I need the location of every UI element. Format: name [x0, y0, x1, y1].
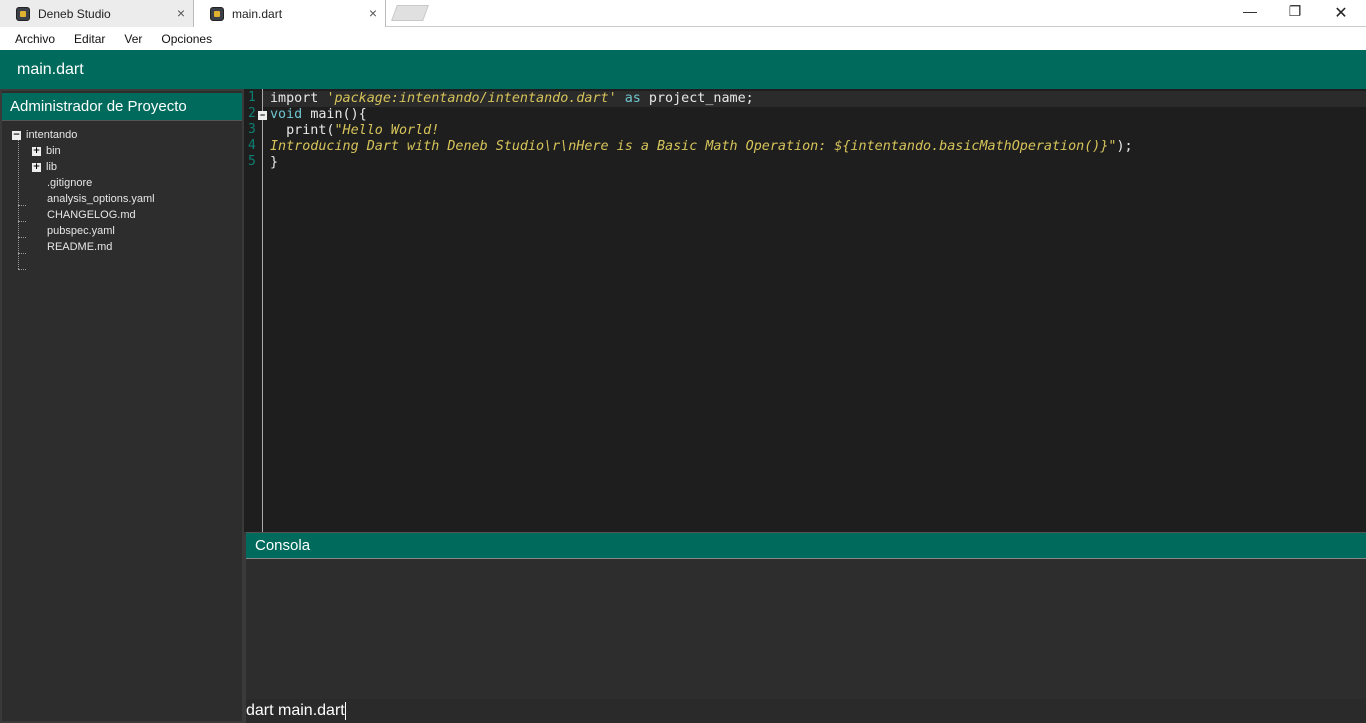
menu-ver[interactable]: Ver: [117, 32, 149, 46]
expand-icon[interactable]: +: [32, 162, 41, 172]
code-editor[interactable]: 1 2 3 4 5 − import 'package:intentando/i…: [244, 89, 1366, 532]
app-icon: [16, 6, 30, 21]
console-title: Consola: [246, 532, 1366, 559]
line-number: 2: [248, 106, 256, 121]
line-number: 1: [248, 90, 256, 105]
tree-item-lib[interactable]: + lib: [32, 159, 57, 175]
tab-label: main.dart: [232, 6, 283, 21]
line-number: 5: [248, 154, 256, 169]
console-input[interactable]: [246, 699, 1366, 723]
code-line-5: }: [263, 155, 278, 171]
menu-bar: Archivo Editar Ver Opciones: [0, 27, 1366, 50]
project-sidebar: Administrador de Proyecto − intentando + b…: [0, 89, 244, 723]
tree-item-pubspec[interactable]: pubspec.yaml: [47, 223, 115, 239]
line-number-gutter: 1 2 3 4 5: [244, 89, 263, 532]
tree-connector: [18, 221, 26, 222]
text-caret: [345, 702, 346, 720]
tab-label: Deneb Studio: [38, 6, 111, 21]
code-line-2: void main(){: [263, 107, 367, 123]
string-literal: Introducing Dart with Deneb Studio\r\nHe…: [270, 139, 1117, 154]
code-text: print(: [270, 123, 335, 138]
menu-opciones[interactable]: Opciones: [154, 32, 219, 46]
code-line-4: Introducing Dart with Deneb Studio\r\nHe…: [263, 139, 1133, 155]
line-number: 4: [248, 138, 256, 153]
string-literal: "Hello World!: [334, 123, 440, 138]
minimize-button[interactable]: —: [1227, 3, 1273, 19]
tree-item-changelog[interactable]: CHANGELOG.md: [47, 207, 136, 223]
collapse-icon[interactable]: −: [12, 130, 21, 140]
tree-item-label: bin: [46, 145, 61, 157]
tab-bar: Deneb Studio × main.dart × — ❐ ✕: [0, 0, 1366, 27]
tree-connector: [18, 237, 26, 238]
tab-main-dart[interactable]: main.dart ×: [194, 0, 386, 27]
new-tab-button[interactable]: [391, 5, 429, 21]
code-text: );: [1116, 139, 1133, 154]
tree-item-gitignore[interactable]: .gitignore: [47, 175, 92, 191]
keyword: void: [270, 107, 303, 122]
menu-editar[interactable]: Editar: [67, 32, 112, 46]
window-close-button[interactable]: ✕: [1318, 3, 1364, 23]
tree-item-analysis-options[interactable]: analysis_options.yaml: [47, 191, 155, 207]
console-panel: Consola: [244, 532, 1366, 723]
code-text: }: [270, 155, 279, 170]
app-icon: [210, 6, 224, 21]
close-icon[interactable]: ×: [369, 5, 377, 21]
maximize-button[interactable]: ❐: [1272, 3, 1318, 20]
tab-deneb-studio[interactable]: Deneb Studio ×: [0, 0, 194, 27]
page-title-bar: main.dart: [0, 50, 1366, 89]
code-text: project_name;: [648, 91, 754, 106]
menu-archivo[interactable]: Archivo: [8, 32, 62, 46]
code-text: main(){: [310, 107, 367, 122]
tree-item-label: intentando: [26, 129, 78, 141]
tree-item-root[interactable]: − intentando: [12, 127, 77, 143]
code-line-3: print("Hello World!: [263, 123, 439, 139]
expand-icon[interactable]: +: [32, 146, 41, 156]
tree-item-bin[interactable]: + bin: [32, 143, 61, 159]
console-output: [246, 559, 1366, 699]
page-title: main.dart: [17, 60, 84, 78]
keyword: as: [624, 91, 641, 106]
tree-item-readme[interactable]: README.md: [47, 239, 112, 255]
close-icon[interactable]: ×: [177, 5, 185, 21]
sidebar-title: Administrador de Proyecto: [2, 93, 242, 121]
code-line-1: import 'package:intentando/intentando.da…: [263, 91, 1366, 107]
string-literal: 'package:intentando/intentando.dart': [326, 91, 617, 106]
tree-item-label: lib: [46, 161, 58, 173]
line-number: 3: [248, 122, 256, 137]
tree-connector: [18, 269, 26, 270]
tree-connector: [18, 205, 26, 206]
tree-connector: [18, 135, 19, 269]
tree-connector: [18, 253, 26, 254]
keyword: import: [270, 91, 319, 106]
